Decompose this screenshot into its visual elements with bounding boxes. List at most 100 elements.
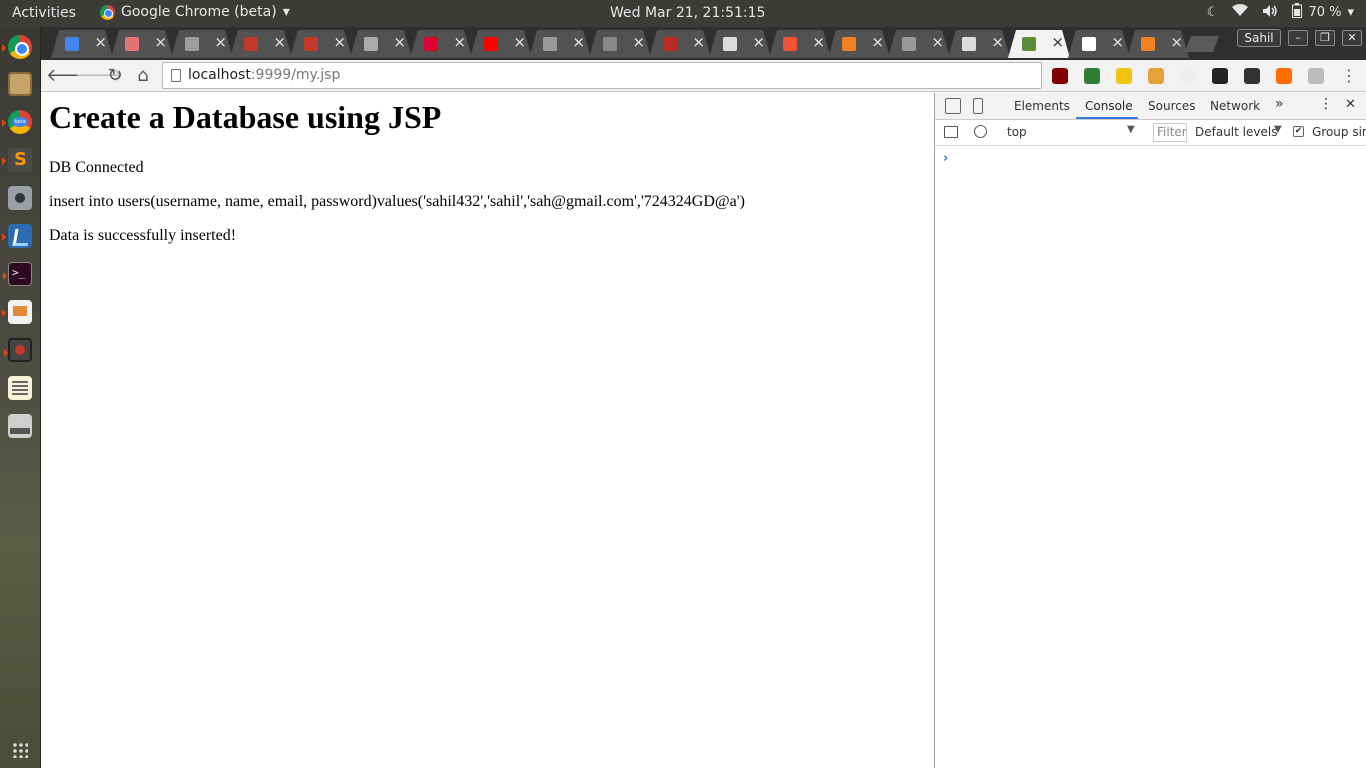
close-devtools-icon[interactable]: ✕ bbox=[1345, 97, 1356, 112]
browser-tab[interactable]: × bbox=[709, 30, 771, 58]
sublime-text-icon[interactable] bbox=[2, 148, 32, 172]
chrome-menu-button[interactable]: ⋮ bbox=[1337, 64, 1361, 88]
console-prompt[interactable]: › bbox=[943, 151, 948, 166]
browser-tab[interactable]: × bbox=[410, 30, 472, 58]
browser-tab[interactable]: × bbox=[171, 30, 233, 58]
screen-recorder-icon[interactable] bbox=[4, 338, 32, 362]
device-toolbar-icon[interactable] bbox=[973, 98, 983, 114]
close-icon[interactable]: × bbox=[692, 33, 705, 51]
browser-tab[interactable]: × bbox=[230, 30, 292, 58]
vscode-icon[interactable] bbox=[2, 224, 32, 248]
circle-icon[interactable] bbox=[1180, 68, 1196, 84]
show-sidebar-icon[interactable] bbox=[944, 126, 958, 138]
chevron-down-icon: ▼ bbox=[1274, 124, 1282, 135]
close-icon[interactable]: × bbox=[1111, 33, 1124, 51]
browser-tab[interactable]: × bbox=[111, 30, 173, 58]
home-button[interactable]: ⌂ bbox=[131, 64, 155, 88]
close-icon[interactable]: × bbox=[94, 33, 107, 51]
check-icon[interactable] bbox=[1308, 68, 1324, 84]
quora-icon bbox=[663, 37, 677, 51]
close-icon[interactable]: × bbox=[393, 33, 406, 51]
page-content: Create a Database using JSP DB Connected… bbox=[41, 93, 934, 768]
page-info-icon[interactable] bbox=[171, 69, 181, 82]
browser-tab[interactable]: × bbox=[470, 30, 532, 58]
document-viewer-icon[interactable] bbox=[2, 300, 32, 324]
clock[interactable]: Wed Mar 21, 21:51:15 bbox=[610, 5, 765, 21]
close-icon[interactable]: × bbox=[931, 33, 944, 51]
browser-tab[interactable]: × bbox=[529, 30, 591, 58]
scanner-icon[interactable] bbox=[8, 414, 32, 438]
tab-network[interactable]: Network bbox=[1210, 99, 1260, 113]
browser-toolbar: 🡐 🡒 ↻ ⌂ localhost:9999/my.jsp ⋮ bbox=[41, 60, 1366, 92]
browser-tab[interactable]: × bbox=[649, 30, 711, 58]
address-bar[interactable]: localhost:9999/my.jsp bbox=[162, 62, 1042, 89]
archive-icon[interactable] bbox=[1244, 68, 1260, 84]
clear-console-icon[interactable] bbox=[974, 125, 987, 138]
close-window-button[interactable]: ✕ bbox=[1342, 30, 1362, 46]
color-picker-icon[interactable] bbox=[1084, 68, 1100, 84]
filter-input[interactable]: Filter bbox=[1153, 123, 1187, 142]
browser-tab[interactable]: × bbox=[589, 30, 651, 58]
close-icon[interactable]: × bbox=[513, 33, 526, 51]
system-tray[interactable]: ☾ 70 % ▾ bbox=[1207, 3, 1354, 22]
close-icon[interactable]: × bbox=[273, 33, 286, 51]
url-path: :9999/my.jsp bbox=[250, 67, 341, 83]
close-icon[interactable]: × bbox=[1051, 33, 1064, 51]
devtools-panel: Elements Console Sources Network » ⋮ ✕ t… bbox=[934, 93, 1366, 768]
show-applications-icon[interactable] bbox=[12, 742, 28, 758]
spotify-icon bbox=[603, 37, 617, 51]
tab-elements[interactable]: Elements bbox=[1014, 99, 1070, 113]
app-menu[interactable]: Google Chrome (beta) ▾ bbox=[100, 4, 290, 20]
maximize-button[interactable]: ❐ bbox=[1315, 30, 1335, 46]
activities-button[interactable]: Activities bbox=[12, 5, 76, 21]
close-icon[interactable]: × bbox=[572, 33, 585, 51]
browser-tab[interactable]: × bbox=[888, 30, 950, 58]
log-levels-dropdown[interactable]: Default levels bbox=[1195, 125, 1277, 139]
close-icon[interactable]: × bbox=[154, 33, 167, 51]
forward-button[interactable]: 🡒 bbox=[75, 64, 123, 88]
terminal-icon[interactable] bbox=[3, 262, 32, 286]
profile-button[interactable]: Sahil bbox=[1237, 29, 1281, 47]
context-selector[interactable]: top bbox=[1007, 125, 1027, 139]
ublock-icon[interactable] bbox=[1052, 68, 1068, 84]
browser-tab[interactable]: × bbox=[948, 30, 1010, 58]
tab-console[interactable]: Console bbox=[1085, 99, 1133, 113]
close-icon[interactable]: × bbox=[632, 33, 645, 51]
browser-tab[interactable]: × bbox=[1068, 30, 1130, 58]
more-tabs-icon[interactable]: » bbox=[1275, 96, 1284, 112]
chrome-beta-icon[interactable] bbox=[2, 110, 32, 134]
devtools-menu-icon[interactable]: ⋮ bbox=[1319, 96, 1333, 112]
reload-button[interactable]: ↻ bbox=[103, 64, 127, 88]
browser-tab[interactable]: × bbox=[769, 30, 831, 58]
close-icon[interactable]: × bbox=[752, 33, 765, 51]
close-icon[interactable]: × bbox=[333, 33, 346, 51]
chrome-icon[interactable] bbox=[2, 35, 32, 59]
back-button[interactable]: 🡐 bbox=[46, 64, 94, 88]
close-icon[interactable]: × bbox=[812, 33, 825, 51]
box-icon[interactable] bbox=[1148, 68, 1164, 84]
text-editor-icon[interactable] bbox=[8, 376, 32, 400]
url-text[interactable]: localhost:9999/my.jsp bbox=[188, 67, 340, 83]
inspect-element-icon[interactable] bbox=[945, 98, 961, 114]
new-tab-button[interactable] bbox=[1185, 36, 1219, 52]
group-similar-checkbox[interactable]: ✔ bbox=[1293, 126, 1304, 137]
close-icon[interactable]: × bbox=[871, 33, 884, 51]
close-icon[interactable]: × bbox=[1170, 33, 1183, 51]
browser-tab[interactable]: × bbox=[350, 30, 412, 58]
wappalyzer-icon[interactable] bbox=[1116, 68, 1132, 84]
close-icon[interactable]: × bbox=[453, 33, 466, 51]
close-icon[interactable]: × bbox=[214, 33, 227, 51]
tab-sources[interactable]: Sources bbox=[1148, 99, 1195, 113]
basketball-icon[interactable] bbox=[1276, 68, 1292, 84]
files-icon[interactable] bbox=[8, 72, 32, 96]
browser-tab[interactable]: × bbox=[290, 30, 352, 58]
minimize-button[interactable]: – bbox=[1288, 30, 1308, 46]
chevron-down-icon: ▾ bbox=[1347, 5, 1354, 20]
browser-tab[interactable]: × bbox=[1127, 30, 1189, 58]
close-icon[interactable]: × bbox=[991, 33, 1004, 51]
camera-icon[interactable] bbox=[8, 186, 32, 210]
browser-tab[interactable]: × bbox=[828, 30, 890, 58]
browser-tab[interactable]: × bbox=[51, 30, 113, 58]
browser-tab[interactable]: × bbox=[1008, 30, 1070, 58]
fist-icon[interactable] bbox=[1212, 68, 1228, 84]
